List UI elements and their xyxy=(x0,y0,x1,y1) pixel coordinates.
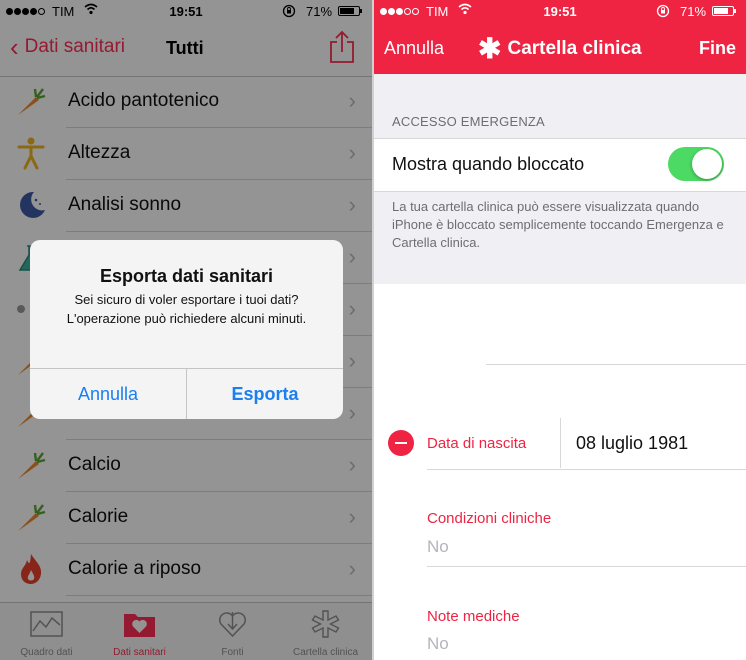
alert-message: Sei sicuro di voler esportare i tuoi dat… xyxy=(66,292,307,326)
conditions-label: Condizioni cliniche xyxy=(427,510,552,527)
divider xyxy=(427,566,746,567)
export-button[interactable]: Esporta xyxy=(187,369,343,419)
page-title-text: Cartella clinica xyxy=(507,38,642,59)
divider xyxy=(560,418,561,468)
status-bar: TIM 19:51 71% xyxy=(374,0,746,24)
show-when-locked-switch[interactable] xyxy=(668,147,724,181)
medical-notes-field[interactable]: No xyxy=(427,634,449,654)
page-title: ✱ Cartella clinica xyxy=(478,33,642,64)
remove-icon[interactable] xyxy=(388,430,414,456)
conditions-field[interactable]: No xyxy=(427,537,449,557)
orientation-lock-icon xyxy=(656,4,670,21)
alert-title: Esporta dati sanitari xyxy=(99,266,274,286)
battery-percent: 71% xyxy=(680,4,707,19)
divider xyxy=(427,469,746,470)
switch-knob xyxy=(692,149,722,179)
divider xyxy=(486,364,746,365)
done-button[interactable]: Fine xyxy=(699,38,736,59)
cancel-button[interactable]: Annulla xyxy=(30,369,187,419)
show-when-locked-row: Mostra quando bloccato xyxy=(374,138,746,192)
asterisk-icon: ✱ xyxy=(478,33,502,64)
cancel-button[interactable]: Annulla xyxy=(384,38,444,59)
section-header: ACCESSO EMERGENZA xyxy=(392,114,545,129)
export-alert-dialog: Esporta dati sanitari Sei sicuro di vole… xyxy=(30,240,343,419)
toggle-label: Mostra quando bloccato xyxy=(392,154,585,174)
section-footnote: La tua cartella clinica può essere visua… xyxy=(392,199,724,250)
medical-id-screen: TIM 19:51 71% Annulla ✱ Cartella clinica… xyxy=(374,0,746,660)
alert-buttons: Annulla Esporta xyxy=(30,368,343,419)
battery-icon xyxy=(712,6,736,16)
medical-notes-label: Note mediche xyxy=(427,608,520,625)
health-data-screen: TIM 19:51 71% ‹ Dati sanitari Tutti Acid… xyxy=(0,0,372,660)
birth-date-value[interactable]: 08 luglio 1981 xyxy=(576,433,688,454)
birth-date-label: Data di nascita xyxy=(427,435,527,452)
nav-bar: TIM 19:51 71% Annulla ✱ Cartella clinica… xyxy=(374,0,746,74)
